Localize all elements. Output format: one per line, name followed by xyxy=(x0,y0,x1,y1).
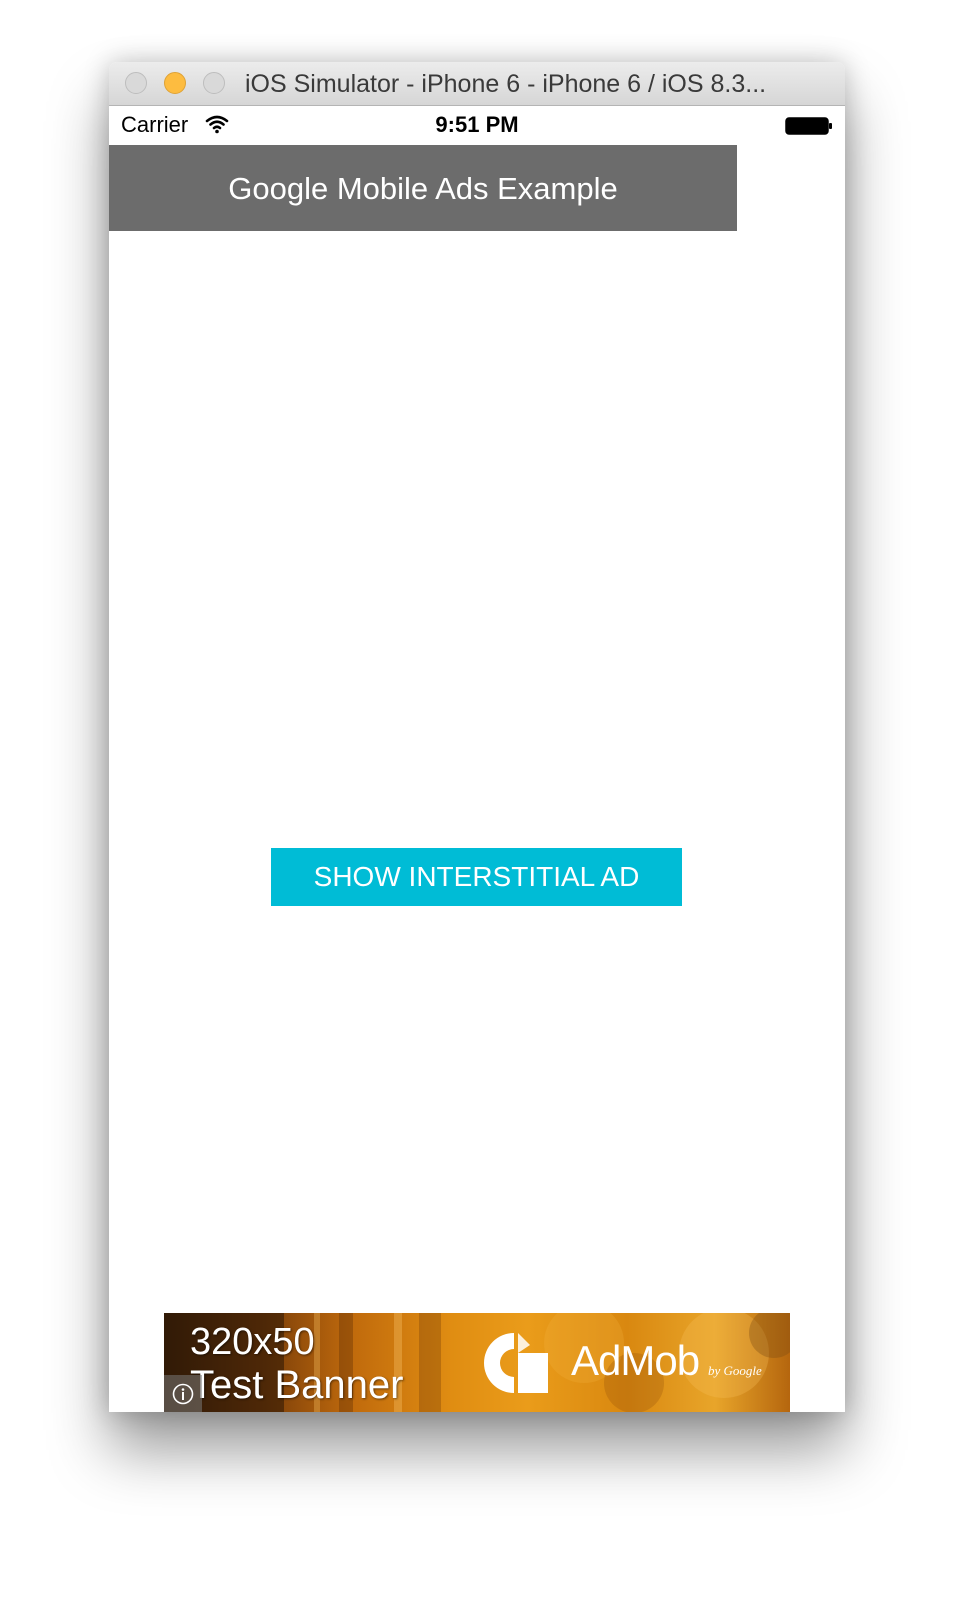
admob-test-banner[interactable]: 320x50 Test Banner AdMob by Google xyxy=(164,1313,790,1412)
window-title: iOS Simulator - iPhone 6 - iPhone 6 / iO… xyxy=(245,70,767,98)
ios-status-bar: Carrier 9:51 PM xyxy=(109,106,845,144)
app-title: Google Mobile Ads Example xyxy=(228,171,618,206)
zoom-window-button[interactable] xyxy=(203,72,225,94)
battery-icon xyxy=(785,117,832,135)
minimize-window-button[interactable] xyxy=(164,72,186,94)
ad-label-text: Test Banner xyxy=(190,1363,404,1407)
show-interstitial-ad-button[interactable]: SHOW INTERSTITIAL AD xyxy=(271,848,682,906)
window-titlebar[interactable]: iOS Simulator - iPhone 6 - iPhone 6 / iO… xyxy=(109,62,845,106)
app-header: Google Mobile Ads Example xyxy=(109,145,737,231)
info-icon xyxy=(172,1383,194,1405)
close-window-button[interactable] xyxy=(125,72,147,94)
admob-wordmark: AdMob xyxy=(571,1337,700,1384)
admob-by-google: by Google xyxy=(708,1363,762,1378)
admob-logo-icon xyxy=(484,1333,548,1393)
simulator-window: iOS Simulator - iPhone 6 - iPhone 6 / iO… xyxy=(109,62,845,1412)
ad-choices-button[interactable] xyxy=(164,1375,202,1412)
ad-size-text: 320x50 xyxy=(190,1321,315,1363)
status-time: 9:51 PM xyxy=(435,112,519,137)
